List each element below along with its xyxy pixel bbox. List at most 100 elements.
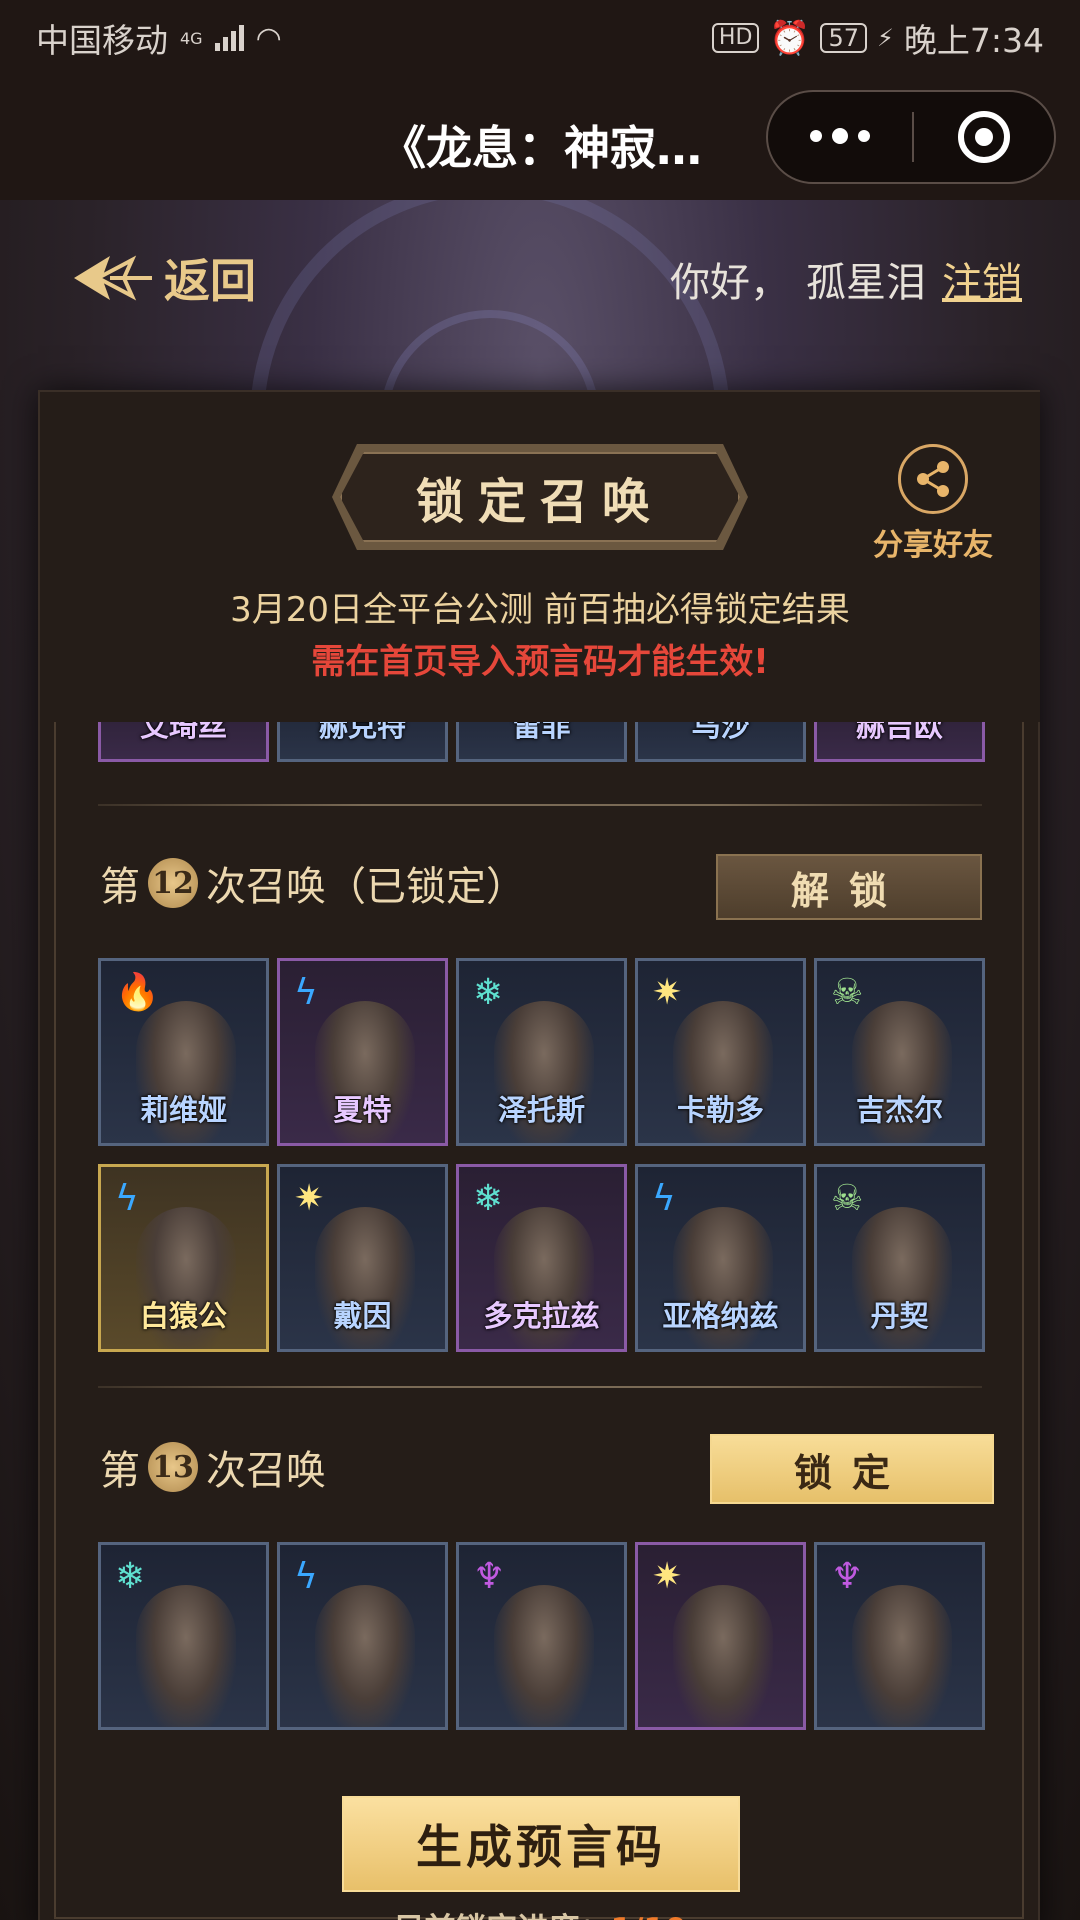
title-plate: 锁定召唤	[340, 452, 740, 542]
logout-link[interactable]: 注销	[942, 250, 1022, 308]
hero-card[interactable]: ♆	[456, 1542, 627, 1730]
hero-card[interactable]: ϟ	[277, 1542, 448, 1730]
greeting-text: 你好，	[670, 260, 790, 306]
hero-card[interactable]: ✷	[635, 1542, 806, 1730]
hero-name: 赫克特	[318, 722, 406, 743]
back-label: 返回	[164, 254, 256, 308]
hd-badge: HD	[711, 23, 760, 53]
bolt-icon: ϟ	[115, 1178, 139, 1219]
summon-13-title: 第 13 次召唤	[100, 1438, 326, 1496]
section-divider	[98, 804, 982, 806]
alarm-icon: ⏰	[769, 18, 811, 57]
light-icon: ✷	[652, 1556, 683, 1597]
generate-code-button[interactable]: 生成预言码	[342, 1796, 740, 1892]
bolt-icon: ϟ	[294, 1556, 318, 1597]
charging-icon: ⚡	[877, 24, 894, 52]
hero-card-xiate[interactable]: ϟ 夏特	[277, 958, 448, 1146]
progress-value: 1/10	[610, 1912, 686, 1920]
summon-prefix: 第	[100, 1448, 140, 1494]
demon-icon: ♆	[831, 1556, 864, 1597]
hero-card-zetuosi[interactable]: ❄ 泽托斯	[456, 958, 627, 1146]
hero-name: 戴因	[333, 1299, 392, 1333]
section-divider	[98, 1386, 982, 1388]
network-type: 4G	[180, 28, 203, 48]
status-bar: 中国移动 4G ◠ HD ⏰ 57 ⚡ 晚上7:34	[0, 0, 1080, 76]
hero-card-kaleduo[interactable]: ✷ 卡勒多	[635, 958, 806, 1146]
hero-name: 丹契	[870, 1299, 929, 1333]
progress-label: 目前锁定进度：	[393, 1912, 610, 1920]
hero-name: 雷菲	[512, 722, 571, 743]
hero-card-baiyuangong[interactable]: ϟ 白猿公	[98, 1164, 269, 1352]
hero-name: 白猿公	[139, 1299, 227, 1333]
hero-name: 多克拉兹	[483, 1299, 600, 1333]
hero-portrait	[315, 1585, 415, 1727]
summon-13-row-1: ❄ ϟ ♆ ✷ ♆	[98, 1542, 985, 1730]
page-title: 《龙息：神寂…	[380, 121, 702, 175]
hero-name: 乌沙	[691, 722, 750, 743]
lock-summon-panel: 艾琦丝 赫克特 雷菲 乌沙 赫吉欧 第 12 次召唤（已锁定） 解锁 🔥 莉维娅	[38, 390, 1040, 1920]
capsule-menu	[766, 90, 1056, 184]
fire-icon: 🔥	[115, 972, 160, 1013]
share-icon	[898, 444, 968, 514]
hero-name: 莉维娅	[139, 1093, 227, 1127]
wifi-icon: ◠	[255, 20, 282, 56]
user-greeting: 你好， 孤星泪 注销	[670, 250, 1022, 308]
back-button[interactable]: 返回	[70, 245, 256, 311]
skull-icon: ☠	[831, 972, 864, 1013]
hero-portrait	[673, 1585, 773, 1727]
summon-12-row-2: ϟ 白猿公 ✷ 戴因 ❄ 多克拉兹 ϟ 亚格纳兹 ☠ 丹契	[98, 1164, 985, 1352]
close-mini-program-button[interactable]	[914, 111, 1054, 163]
bolt-icon: ϟ	[652, 1178, 676, 1219]
panel-title: 锁定召唤	[415, 474, 664, 530]
hero-card[interactable]: 雷菲	[456, 722, 627, 762]
hero-card[interactable]: ❄	[98, 1542, 269, 1730]
hero-card-duokelazi[interactable]: ❄ 多克拉兹	[456, 1164, 627, 1352]
dot-icon	[832, 128, 848, 144]
dot-icon	[858, 130, 870, 142]
frost-icon: ❄	[115, 1556, 146, 1597]
summon-prefix: 第	[100, 864, 140, 910]
bolt-icon: ϟ	[294, 972, 318, 1013]
skull-icon: ☠	[831, 1178, 864, 1219]
import-warning: 需在首页导入预言码才能生效!	[311, 642, 769, 682]
carrier-label: 中国移动	[36, 21, 168, 60]
hero-name: 泽托斯	[497, 1093, 585, 1127]
hero-card-jijieer[interactable]: ☠ 吉杰尔	[814, 958, 985, 1146]
summon-12-row-1: 🔥 莉维娅 ϟ 夏特 ❄ 泽托斯 ✷ 卡勒多 ☠ 吉杰尔	[98, 958, 985, 1146]
hero-name: 亚格纳兹	[662, 1299, 779, 1333]
share-friends-button[interactable]: 分享好友	[868, 444, 998, 564]
hero-card-livia[interactable]: 🔥 莉维娅	[98, 958, 269, 1146]
lock-button[interactable]: 锁定	[710, 1434, 994, 1504]
battery-icon: 57	[820, 23, 868, 53]
panel-header: 锁定召唤 分享好友 3月20日全平台公测 前百抽必得锁定结果 需在首页导入预言码…	[40, 392, 1040, 722]
hero-card-danqi[interactable]: ☠ 丹契	[814, 1164, 985, 1352]
unlock-button[interactable]: 解锁	[716, 854, 982, 920]
hero-name: 赫吉欧	[855, 722, 943, 743]
clock: 晚上7:34	[903, 21, 1044, 60]
hero-card[interactable]: 艾琦丝	[98, 722, 269, 762]
hero-name: 夏特	[333, 1093, 392, 1127]
page-background: 返回 你好， 孤星泪 注销 艾琦丝 赫克特 雷菲 乌沙 赫吉欧 第 12 次召唤…	[0, 200, 1080, 1920]
demon-icon: ♆	[473, 1556, 506, 1597]
frost-icon: ❄	[473, 972, 504, 1013]
summon-12-title: 第 12 次召唤（已锁定）	[100, 854, 526, 912]
hero-portrait	[136, 1585, 236, 1727]
summon-scroll-area[interactable]: 艾琦丝 赫克特 雷菲 乌沙 赫吉欧 第 12 次召唤（已锁定） 解锁 🔥 莉维娅	[40, 722, 1040, 1762]
summon-number-badge: 12	[148, 858, 198, 908]
hero-card[interactable]: 赫吉欧	[814, 722, 985, 762]
hero-card[interactable]: 赫克特	[277, 722, 448, 762]
hero-portrait	[494, 1585, 594, 1727]
share-label: 分享好友	[873, 528, 993, 563]
more-options-button[interactable]	[768, 128, 912, 144]
hero-card-daiyin[interactable]: ✷ 戴因	[277, 1164, 448, 1352]
hero-name: 吉杰尔	[855, 1093, 943, 1127]
hero-card-yagenazi[interactable]: ϟ 亚格纳兹	[635, 1164, 806, 1352]
target-icon	[958, 111, 1010, 163]
hero-card[interactable]: ♆	[814, 1542, 985, 1730]
hero-card[interactable]: 乌沙	[635, 722, 806, 762]
username: 孤星泪	[806, 260, 926, 306]
light-icon: ✷	[652, 972, 683, 1013]
dot-icon	[810, 130, 822, 142]
signal-icon	[214, 25, 244, 51]
hero-name: 卡勒多	[676, 1093, 764, 1127]
